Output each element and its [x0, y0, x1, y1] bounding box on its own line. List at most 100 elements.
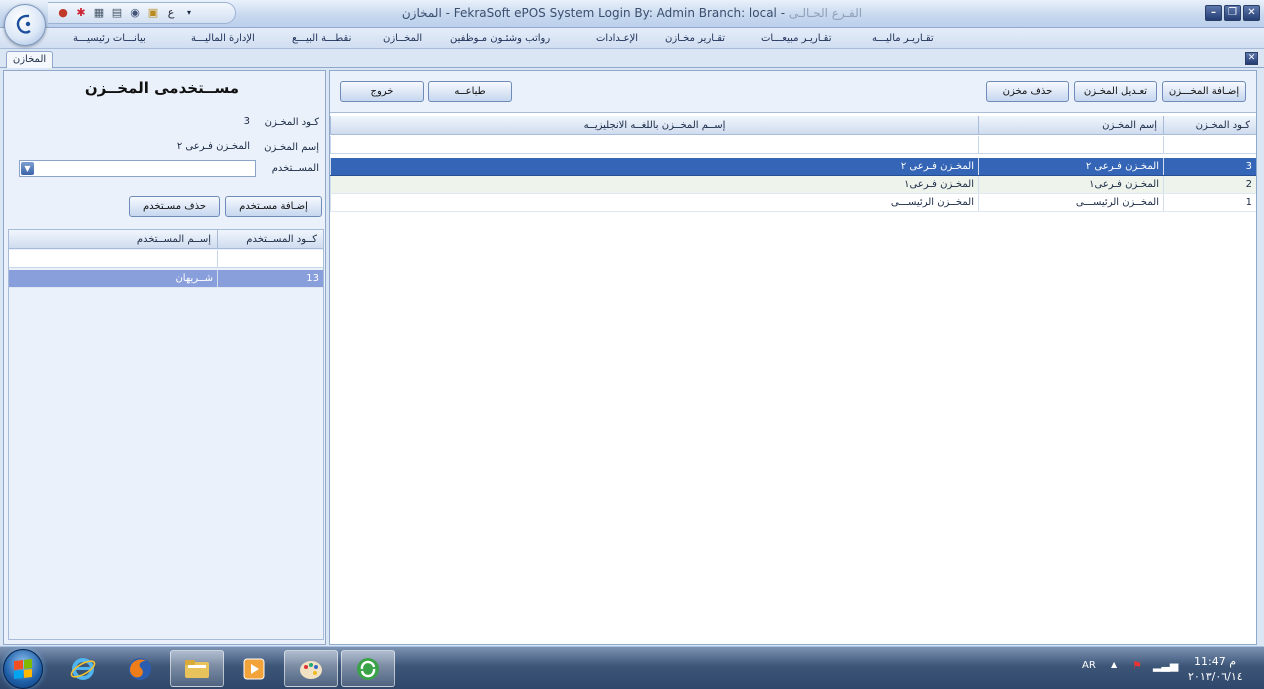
cell-store-code: 3: [1163, 158, 1256, 175]
menu-financial-reports[interactable]: تقـاريـر ماليـــه: [872, 33, 934, 44]
taskbar-paint[interactable]: [284, 650, 338, 687]
filter-cell[interactable]: [9, 250, 217, 267]
paint-palette-icon: [300, 660, 322, 679]
print-button[interactable]: طباعــه: [428, 81, 512, 102]
users-grid: كــود المســتخدم إســم المســتخدم 13 شــ…: [8, 229, 324, 640]
store-name-value: المخـزن فـرعى ٢: [176, 141, 250, 152]
delete-user-button[interactable]: حذف مسـتخدم: [129, 196, 220, 217]
user-label: المســتخدم: [271, 163, 319, 174]
exit-button[interactable]: خروج: [340, 81, 424, 102]
filter-cell[interactable]: [1163, 136, 1256, 153]
app-logo-icon: [16, 14, 31, 34]
cell-store-code: 1: [1163, 194, 1256, 211]
minimize-button[interactable]: –: [1205, 5, 1222, 21]
column-user-code[interactable]: كــود المســتخدم: [217, 230, 323, 249]
stores-grid-header: كـود المخـزن إسم المخـزن إســم المخــزن …: [330, 116, 1256, 135]
cell-store-name: المخـزن فـرعى ٢: [978, 158, 1163, 175]
menu-master-data[interactable]: بيانـــات رئيسيـــة: [73, 33, 146, 44]
taskbar: AR ▲ ⚑ ▂▃▅ 11:47 م ٢٠١٣/٠٦/١٤: [0, 646, 1264, 689]
column-store-name-en[interactable]: إســم المخــزن باللغــه الانجليزيــه: [330, 116, 978, 135]
cell-store-name-en: المخـزن فـرعى١: [330, 176, 978, 193]
restore-button[interactable]: ❐: [1224, 5, 1241, 21]
language-indicator[interactable]: AR: [1082, 660, 1096, 671]
tray-expand-icon[interactable]: ▲: [1111, 660, 1117, 669]
close-tab-button[interactable]: ✕: [1245, 52, 1258, 65]
menu-payroll[interactable]: رواتب وشئـون مـوظفين: [450, 33, 550, 44]
delete-store-button[interactable]: حذف مخزن: [986, 81, 1069, 102]
window-title-main: المخازن - FekraSoft ePOS System Login By…: [401, 6, 786, 20]
users-grid-header: كــود المســتخدم إســم المســتخدم: [9, 230, 323, 249]
cell-store-name-en: المخــزن الرئيســـى: [330, 194, 978, 211]
taskbar-firefox[interactable]: [113, 650, 167, 687]
column-user-name[interactable]: إســم المســتخدم: [9, 230, 217, 249]
table-row[interactable]: 13 شــريهان: [9, 270, 323, 288]
column-store-code[interactable]: كـود المخـزن: [1163, 116, 1256, 135]
store-code-label: كـود المخـزن: [264, 117, 319, 128]
filter-cell[interactable]: [978, 136, 1163, 153]
table-row[interactable]: 3 المخـزن فـرعى ٢ المخـزن فـرعى ٢: [330, 158, 1256, 176]
cell-store-name: المخــزن الرئيســـى: [978, 194, 1163, 211]
filter-cell[interactable]: [330, 136, 978, 153]
calculator-icon[interactable]: ▦: [92, 6, 106, 20]
clock-date[interactable]: ٢٠١٣/٠٦/١٤: [1188, 670, 1243, 683]
cell-store-code: 2: [1163, 176, 1256, 193]
document-tabs: المخازن ✕: [0, 49, 1264, 68]
chevron-down-icon[interactable]: ▾: [182, 6, 196, 20]
pin-icon[interactable]: ✱: [74, 6, 88, 20]
system-tray: AR ▲ ⚑ ▂▃▅ 11:47 م ٢٠١٣/٠٦/١٤: [1074, 647, 1264, 689]
quick-access-toolbar: ● ✱ ▦ ▤ ◉ ▣ ع ▾: [48, 2, 236, 24]
stores-grid: كـود المخـزن إسم المخـزن إســم المخــزن …: [330, 116, 1256, 644]
column-store-name[interactable]: إسم المخـزن: [978, 116, 1163, 135]
eye-icon[interactable]: ◉: [128, 6, 142, 20]
table-row[interactable]: 2 المخـزن فـرعى١ المخـزن فـرعى١: [330, 176, 1256, 194]
window-controls: – ❐ ✕: [1205, 5, 1260, 21]
stores-panel: إضـافة المخـــزن تعـديل المخـزن حذف مخزن…: [329, 70, 1257, 645]
cell-store-name-en: المخـزن فـرعى ٢: [330, 158, 978, 175]
cell-user-code: 13: [217, 270, 323, 287]
stores-filter-row: [330, 136, 1256, 154]
tab-stores[interactable]: المخازن: [6, 51, 53, 68]
stores-toolbar: إضـافة المخـــزن تعـديل المخـزن حذف مخزن…: [330, 71, 1256, 113]
add-user-button[interactable]: إضـافة مسـتخدم: [225, 196, 322, 217]
store-users-panel: مســتخدمى المخــزن كـود المخـزن 3 إسم ال…: [3, 70, 326, 645]
cell-store-name: المخـزن فـرعى١: [978, 176, 1163, 193]
users-filter-row: [9, 250, 323, 268]
start-button[interactable]: [3, 649, 43, 689]
firefox-icon: [129, 657, 151, 680]
table-row[interactable]: 1 المخــزن الرئيســـى المخــزن الرئيســـ…: [330, 194, 1256, 212]
lock-icon[interactable]: ▣: [146, 6, 160, 20]
menu-finance[interactable]: الإدارة الماليـــة: [191, 33, 255, 44]
menu-pos[interactable]: نقطـــة البيـــع: [292, 33, 351, 44]
menu-store-reports[interactable]: تقـارير مخـازن: [665, 33, 725, 44]
notepad-icon[interactable]: ▤: [110, 6, 124, 20]
taskbar-explorer[interactable]: [170, 650, 224, 687]
title-bar: ● ✱ ▦ ▤ ◉ ▣ ع ▾ المخازن - FekraSoft ePOS…: [0, 0, 1264, 28]
user-select[interactable]: ▼: [19, 160, 256, 177]
window-title-branch: الفـرع الحـالـى: [785, 6, 863, 20]
menu-settings[interactable]: الإعـدادات: [596, 33, 638, 44]
action-center-flag-icon[interactable]: ⚑: [1132, 659, 1142, 672]
recycle-app-icon: [357, 657, 379, 680]
chevron-down-icon[interactable]: ▼: [21, 162, 34, 175]
taskbar-media-player[interactable]: [227, 650, 281, 687]
taskbar-ie[interactable]: [56, 650, 110, 687]
color-dots-icon[interactable]: ●: [56, 6, 70, 20]
internet-explorer-icon: [70, 657, 96, 680]
language-icon[interactable]: ع: [164, 6, 178, 20]
close-button[interactable]: ✕: [1243, 5, 1260, 21]
taskbar-epos-app[interactable]: [341, 650, 395, 687]
cell-user-name: شــريهان: [9, 270, 217, 287]
media-player-icon: [243, 658, 265, 679]
filter-cell[interactable]: [217, 250, 323, 267]
network-signal-icon[interactable]: ▂▃▅: [1153, 659, 1178, 672]
app-menu-button[interactable]: [4, 4, 46, 46]
edit-store-button[interactable]: تعـديل المخـزن: [1074, 81, 1157, 102]
clock-time[interactable]: 11:47 م: [1194, 655, 1236, 668]
panel-title: مســتخدمى المخــزن: [84, 79, 239, 97]
windows-logo-icon: [14, 659, 32, 679]
menu-stores[interactable]: المخــازن: [383, 33, 422, 44]
store-code-value: 3: [243, 116, 250, 127]
folder-icon: [185, 659, 209, 678]
menu-sales-reports[interactable]: تقـاريـر مبيعـــات: [761, 33, 832, 44]
add-store-button[interactable]: إضـافة المخـــزن: [1162, 81, 1246, 102]
